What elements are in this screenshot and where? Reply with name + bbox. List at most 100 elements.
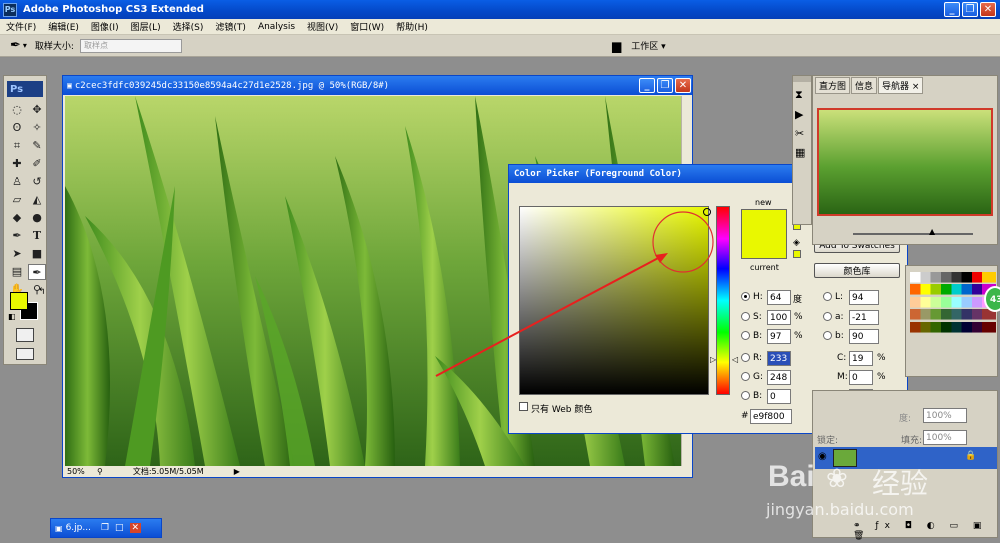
tool-preset-chevron-icon[interactable]: ▾ [23,41,27,50]
l-radio[interactable] [823,292,832,301]
zoom-slider-thumb-icon[interactable]: ▲ [929,227,935,236]
menu-layer[interactable]: 图层(L) [125,20,167,33]
brush-tool-icon[interactable]: ✐ [28,156,46,172]
mini-close-icon[interactable]: ✕ [129,523,142,533]
workspace-icon[interactable]: ▆ [612,39,621,53]
hue-slider-handle-icon[interactable]: ▷ [710,355,716,364]
screen-mode-button[interactable] [16,348,34,360]
l-field[interactable]: 94 [849,290,879,305]
foreground-color-swatch[interactable] [10,292,28,310]
s-field[interactable]: 100 [767,310,791,325]
swap-colors-icon[interactable]: ↰ [38,287,46,297]
hue-slider[interactable] [716,206,730,395]
eyedropper-tool-icon[interactable]: ✒ [10,38,21,53]
r-radio[interactable] [741,353,750,362]
navigator-thumbnail[interactable] [817,108,993,216]
layer-comps-icon[interactable]: ▦ [795,146,809,159]
mini-maximize-icon[interactable]: □ [115,523,124,533]
color-libraries-button[interactable]: 颜色库 [814,263,900,278]
b-radio[interactable] [741,331,750,340]
menu-window[interactable]: 窗口(W) [344,20,390,33]
h-radio[interactable] [741,292,750,301]
maximize-button[interactable]: ❐ [962,2,978,17]
type-tool-icon[interactable]: T [28,228,46,244]
menu-file[interactable]: 文件(F) [0,20,42,33]
dock-grip[interactable] [793,76,811,82]
zoom-level[interactable]: 50% [65,467,91,476]
web-safe-warning-icon[interactable]: ◈ [793,238,800,248]
blur-tool-icon[interactable]: ◆ [8,210,26,226]
eyedropper-tool-icon[interactable]: ✒ [28,264,46,280]
web-only-checkbox[interactable] [519,402,528,411]
slice-tool-icon[interactable]: ✎ [28,138,46,154]
menu-select[interactable]: 选择(S) [167,20,210,33]
s-radio[interactable] [741,312,750,321]
c-field[interactable]: 19 [849,351,873,366]
pen-tool-icon[interactable]: ✒ [8,228,26,244]
menu-image[interactable]: 图像(I) [85,20,125,33]
tab-close-icon[interactable]: × [912,82,920,92]
move-tool-icon[interactable]: ✥ [28,102,46,118]
a-field[interactable]: -21 [849,310,879,325]
minimized-document[interactable]: ▣ 6.jp... ❐ □ ✕ [50,518,162,538]
fill-field[interactable]: 100% [923,430,967,445]
h-field[interactable]: 64 [767,290,791,305]
menu-edit[interactable]: 编辑(E) [42,20,85,33]
stamp-tool-icon[interactable]: ♙ [8,174,26,190]
actions-panel-icon[interactable]: ▶ [795,108,809,121]
lab-b-field[interactable]: 90 [849,329,879,344]
m-field[interactable]: 0 [849,370,873,385]
tab-navigator[interactable]: 导航器 × [878,77,924,94]
eraser-tool-icon[interactable]: ▱ [8,192,26,208]
zoom-icon[interactable]: ⚲ [97,467,103,476]
status-menu-arrow-icon[interactable]: ▶ [234,467,240,476]
web-safe-swatch[interactable] [793,250,801,258]
hue-slider-handle-right-icon[interactable]: ◁ [732,355,738,364]
blue-radio[interactable] [741,391,750,400]
doc-minimize-button[interactable]: _ [639,78,655,93]
hex-field[interactable]: e9f800 [750,409,792,424]
tab-info[interactable]: 信息 [851,77,878,94]
document-titlebar[interactable]: ▣ c2cec3fdfc039245dc33150e8594a4c27d1e25… [63,76,692,95]
lab-b-radio[interactable] [823,331,832,340]
default-colors-icon[interactable]: ◧ [8,312,16,321]
blue-field[interactable]: 0 [767,389,791,404]
a-radio[interactable] [823,312,832,321]
sample-size-select[interactable]: 取样点 [79,38,182,53]
document-size[interactable]: 文档:5.05M/5.05M [133,466,204,477]
color-field[interactable] [519,206,709,395]
mini-restore-icon[interactable]: ❐ [101,523,109,533]
minimize-button[interactable]: _ [944,2,960,17]
g-field[interactable]: 248 [767,370,791,385]
layer-visibility-eye-icon[interactable]: ◉ [818,451,827,462]
b-field[interactable]: 97 [767,329,791,344]
green-badge[interactable]: 43 [984,286,1000,312]
current-color-swatch[interactable] [741,239,787,259]
menu-view[interactable]: 视图(V) [301,20,344,33]
history-panel-icon[interactable]: ⧗ [795,88,809,102]
menu-analysis[interactable]: Analysis [252,22,301,32]
navigator-zoom-slider[interactable] [853,233,973,235]
path-selection-tool-icon[interactable]: ➤ [8,246,26,262]
close-button[interactable]: ✕ [980,2,996,17]
shape-tool-icon[interactable]: ■ [28,246,46,262]
healing-tool-icon[interactable]: ✚ [8,156,26,172]
history-brush-tool-icon[interactable]: ↺ [28,174,46,190]
magic-wand-tool-icon[interactable]: ✧ [28,120,46,136]
doc-maximize-button[interactable]: ❐ [657,78,673,93]
doc-close-button[interactable]: ✕ [675,78,691,93]
quick-mask-button[interactable] [16,328,34,342]
tool-presets-icon[interactable]: ✂ [795,127,809,140]
bucket-tool-icon[interactable]: ◭ [28,192,46,208]
marquee-tool-icon[interactable]: ◌ [8,102,26,118]
workspace-menu[interactable]: 工作区 ▾ [631,39,665,52]
menu-filter[interactable]: 滤镜(T) [209,20,252,33]
notes-tool-icon[interactable]: ▤ [8,264,26,280]
lasso-tool-icon[interactable]: ʘ [8,120,26,136]
opacity-field[interactable]: 100% [923,408,967,423]
crop-tool-icon[interactable]: ⌗ [8,138,26,154]
swatch-grid[interactable] [910,272,996,360]
g-radio[interactable] [741,372,750,381]
dodge-tool-icon[interactable]: ● [28,210,46,226]
tab-histogram[interactable]: 直方图 [815,77,851,94]
